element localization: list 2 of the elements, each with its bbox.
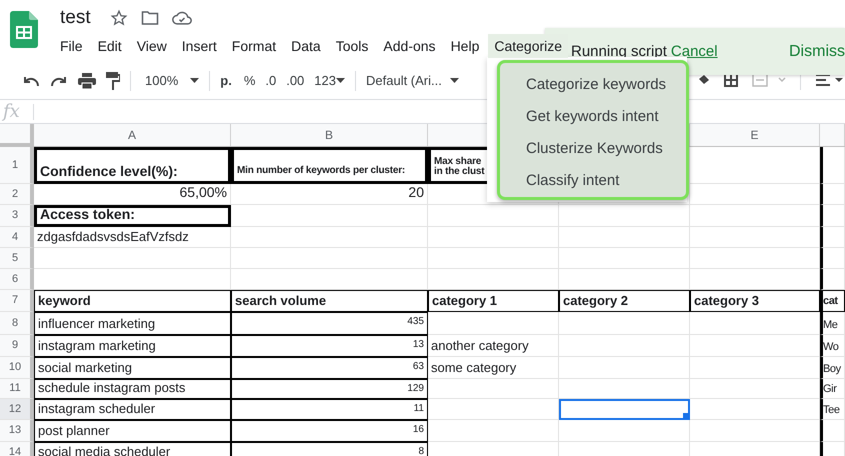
status-message: Running script	[571, 42, 667, 62]
formula-label: fx	[1, 100, 21, 124]
